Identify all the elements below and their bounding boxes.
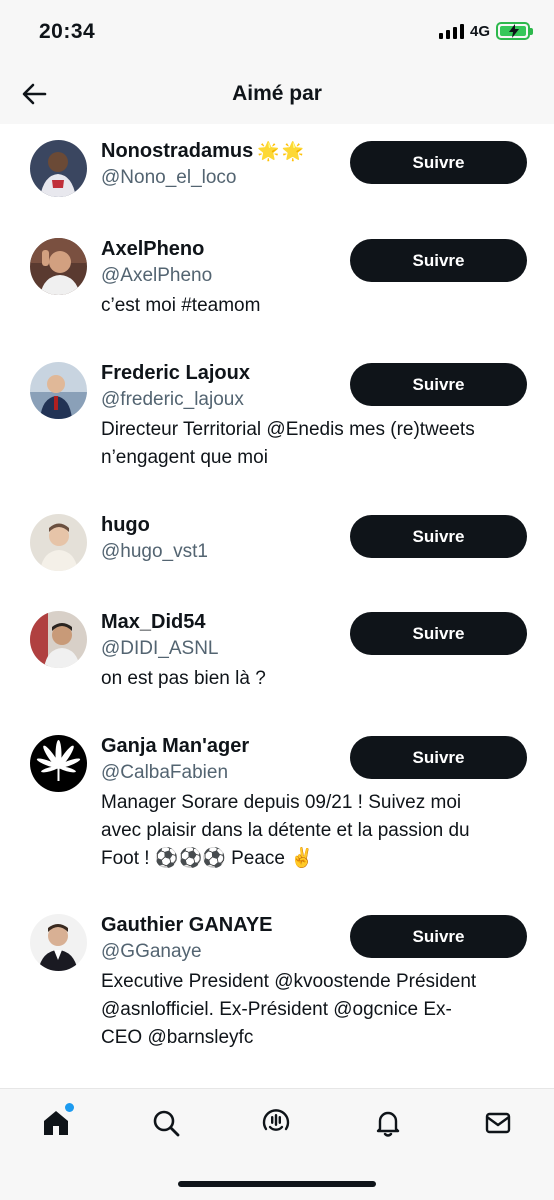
user-name-row: hugo — [101, 514, 150, 537]
tab-messages[interactable] — [478, 1103, 518, 1143]
tab-spaces[interactable] — [256, 1103, 296, 1143]
user-handle[interactable]: @Nono_el_loco — [101, 167, 237, 189]
mail-icon — [485, 1112, 511, 1134]
tab-notifications[interactable] — [368, 1103, 408, 1143]
bio-line: @asnlofficiel. Ex-Président @ogcnice Ex- — [101, 999, 452, 1020]
header: Aimé par — [0, 66, 554, 124]
user-bio: on est pas bien là ? — [101, 665, 531, 693]
user-name-row: Frederic Lajoux — [101, 362, 250, 385]
follow-button[interactable]: Suivre — [350, 141, 527, 184]
bio-line: avec plaisir dans la détente et la passi… — [101, 820, 470, 841]
user-name-row: Ganja Man'ager — [101, 735, 249, 758]
avatar[interactable] — [30, 735, 87, 792]
bio-line: Manager Sorare depuis 09/21 ! Suivez moi — [101, 792, 462, 813]
display-name[interactable]: hugo — [101, 514, 150, 537]
user-row[interactable]: AxelPheno @AxelPheno c’est moi #teamom S… — [0, 234, 554, 344]
user-handle[interactable]: @AxelPheno — [101, 265, 212, 287]
user-row[interactable]: Frederic Lajoux @frederic_lajoux Directe… — [0, 358, 554, 498]
user-handle[interactable]: @DIDI_ASNL — [101, 638, 219, 660]
user-name-row: AxelPheno — [101, 238, 204, 261]
name-emoji: 🌟🌟 — [257, 141, 307, 161]
bio-line: Directeur Territorial @Enedis mes (re)tw… — [101, 419, 475, 440]
user-name-row: Nonostradamus 🌟🌟 — [101, 140, 306, 163]
liked-by-list[interactable]: Nonostradamus 🌟🌟 @Nono_el_loco Suivre Ax… — [0, 124, 554, 1088]
user-row[interactable]: Max_Did54 @DIDI_ASNL on est pas bien là … — [0, 607, 554, 717]
user-row[interactable]: Ganja Man'ager @CalbaFabien Manager Sora… — [0, 731, 554, 901]
display-name[interactable]: Frederic Lajoux — [101, 362, 250, 385]
avatar[interactable] — [30, 611, 87, 668]
page-title: Aimé par — [232, 82, 322, 105]
spaces-icon — [262, 1109, 290, 1131]
bio-line: CEO @barnsleyfc — [101, 1027, 254, 1048]
search-icon — [153, 1110, 180, 1137]
display-name[interactable]: AxelPheno — [101, 238, 204, 261]
bio-line: Foot ! ⚽️⚽️⚽️ Peace ✌️ — [101, 848, 314, 869]
bio-line: c’est moi #teamom — [101, 295, 261, 316]
user-bio: Directeur Territorial @Enedis mes (re)tw… — [101, 416, 531, 472]
user-handle[interactable]: @hugo_vst1 — [101, 541, 208, 563]
user-row[interactable]: Nonostradamus 🌟🌟 @Nono_el_loco Suivre — [0, 136, 554, 216]
follow-button[interactable]: Suivre — [350, 363, 527, 406]
display-name[interactable]: Nonostradamus — [101, 140, 253, 163]
follow-button[interactable]: Suivre — [350, 915, 527, 958]
user-name-row: Max_Did54 — [101, 611, 206, 634]
bio-line: n’engagent que moi — [101, 447, 268, 468]
user-row[interactable]: Gauthier GANAYE @GGanaye Executive Presi… — [0, 910, 554, 1080]
follow-button[interactable]: Suivre — [350, 612, 527, 655]
display-name[interactable]: Max_Did54 — [101, 611, 206, 634]
user-bio: Manager Sorare depuis 09/21 ! Suivez moi… — [101, 789, 531, 873]
display-name[interactable]: Ganja Man'ager — [101, 735, 249, 758]
status-bar: 20:34 4G — [0, 0, 554, 66]
user-bio: Executive President @kvoostende Présiden… — [101, 968, 531, 1052]
tab-home[interactable] — [36, 1103, 76, 1143]
avatar[interactable] — [30, 914, 87, 971]
follow-button[interactable]: Suivre — [350, 736, 527, 779]
user-row[interactable]: hugo @hugo_vst1 Suivre — [0, 510, 554, 590]
battery-charging-icon — [496, 22, 533, 40]
tab-search[interactable] — [146, 1103, 186, 1143]
avatar[interactable] — [30, 362, 87, 419]
bio-line: Executive President @kvoostende Présiden… — [101, 971, 477, 992]
status-indicators: 4G — [438, 22, 533, 40]
user-name-row: Gauthier GANAYE — [101, 914, 273, 937]
user-bio: c’est moi #teamom — [101, 292, 531, 320]
avatar[interactable] — [30, 514, 87, 571]
signal-bars-icon — [438, 23, 464, 39]
display-name[interactable]: Gauthier GANAYE — [101, 914, 273, 937]
user-handle[interactable]: @CalbaFabien — [101, 762, 228, 784]
home-indicator — [178, 1181, 376, 1187]
follow-button[interactable]: Suivre — [350, 515, 527, 558]
avatar[interactable] — [30, 140, 87, 197]
user-handle[interactable]: @frederic_lajoux — [101, 389, 244, 411]
avatar[interactable] — [30, 238, 87, 295]
status-time: 20:34 — [39, 20, 96, 43]
bell-icon — [376, 1111, 400, 1137]
user-handle[interactable]: @GGanaye — [101, 941, 202, 963]
follow-button[interactable]: Suivre — [350, 239, 527, 282]
network-label: 4G — [469, 22, 490, 40]
bio-line: on est pas bien là ? — [101, 668, 266, 689]
notification-dot — [65, 1103, 74, 1112]
